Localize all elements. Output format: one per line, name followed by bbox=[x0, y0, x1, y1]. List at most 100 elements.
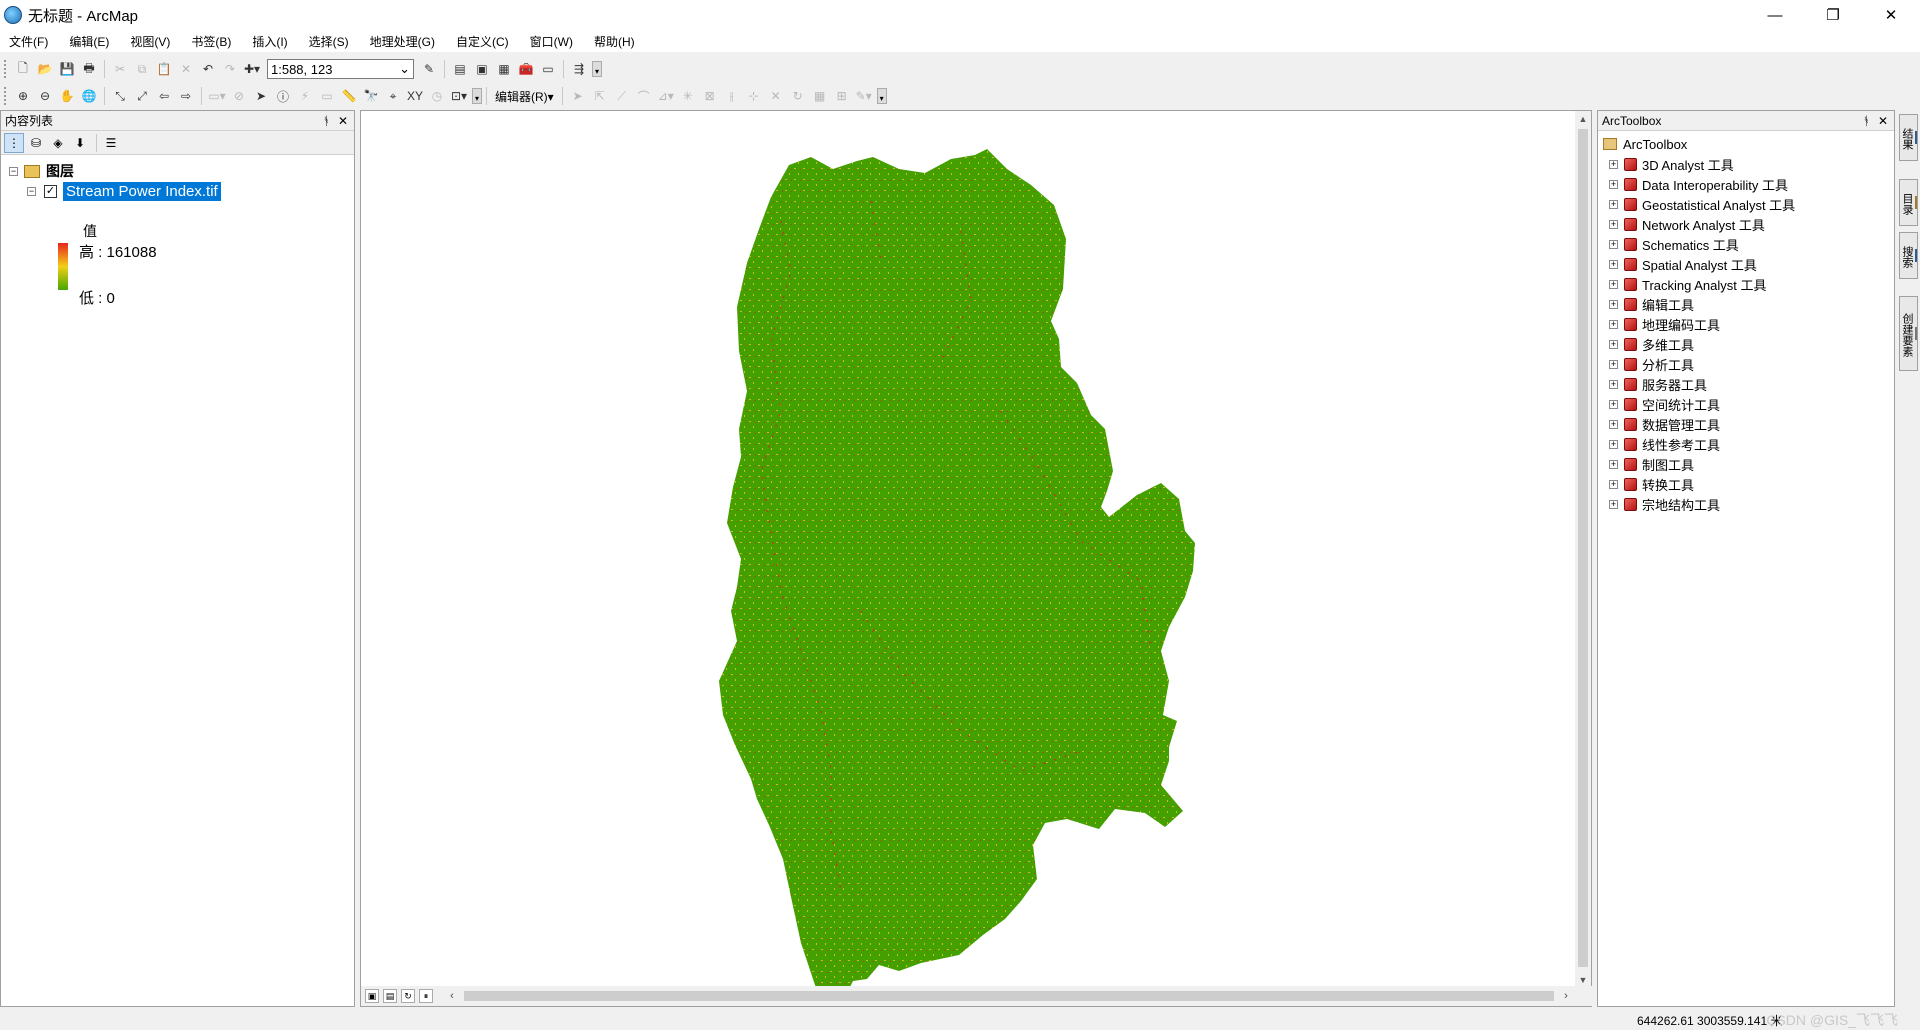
toolbox-item[interactable]: + 线性参考工具 bbox=[1603, 434, 1894, 454]
expand-icon[interactable]: + bbox=[1609, 479, 1618, 489]
expand-icon[interactable]: + bbox=[1609, 399, 1618, 409]
menu-bookmarks[interactable]: 书签(B) bbox=[188, 31, 234, 52]
toolbox-item[interactable]: + 多维工具 bbox=[1603, 334, 1894, 354]
editor-menu-button[interactable]: 编辑器(R)▾ bbox=[491, 88, 558, 105]
time-slider-icon[interactable]: ◷ bbox=[428, 87, 446, 105]
fixed-zoom-out-icon[interactable]: ⤢ bbox=[133, 87, 151, 105]
forward-extent-icon[interactable]: ⇨ bbox=[177, 87, 195, 105]
expand-icon[interactable]: + bbox=[1609, 459, 1618, 469]
refresh-icon[interactable]: ↻ bbox=[401, 989, 415, 1003]
identify-icon[interactable]: ⓘ bbox=[274, 87, 292, 105]
expand-icon[interactable]: + bbox=[1609, 299, 1618, 309]
trace-icon[interactable]: ⊿▾ bbox=[657, 87, 675, 105]
restore-button[interactable]: ❐ bbox=[1804, 0, 1862, 30]
menu-file[interactable]: 文件(F) bbox=[6, 31, 51, 52]
save-icon[interactable]: 💾 bbox=[58, 60, 76, 78]
scroll-right-icon[interactable]: › bbox=[1558, 988, 1574, 1004]
reshape-icon[interactable]: ⫲ bbox=[723, 87, 741, 105]
toolbox-item[interactable]: + 服务器工具 bbox=[1603, 374, 1894, 394]
expand-icon[interactable]: + bbox=[1609, 179, 1618, 189]
collapse-icon[interactable]: − bbox=[9, 166, 18, 176]
expand-icon[interactable]: + bbox=[1609, 339, 1618, 349]
expand-icon[interactable]: + bbox=[1609, 219, 1618, 229]
close-icon[interactable]: ✕ bbox=[1878, 114, 1888, 128]
expand-icon[interactable]: + bbox=[1609, 259, 1618, 269]
close-button[interactable]: ✕ bbox=[1862, 0, 1920, 30]
cut-icon[interactable]: ✂ bbox=[111, 60, 129, 78]
options-icon[interactable]: ☰ bbox=[101, 133, 121, 153]
endpoint-arc-icon[interactable]: ⌒ bbox=[635, 87, 653, 105]
toolbox-item[interactable]: + 宗地结构工具 bbox=[1603, 494, 1894, 514]
expand-icon[interactable]: + bbox=[1609, 379, 1618, 389]
toolbox-item[interactable]: + 地理编码工具 bbox=[1603, 314, 1894, 334]
toolbar-grip[interactable] bbox=[4, 60, 8, 78]
toolbox-item[interactable]: + 转换工具 bbox=[1603, 474, 1894, 494]
model-builder-icon[interactable]: ⇶ bbox=[570, 60, 588, 78]
back-extent-icon[interactable]: ⇦ bbox=[155, 87, 173, 105]
toolbox-item[interactable]: + Tracking Analyst 工具 bbox=[1603, 274, 1894, 294]
expand-icon[interactable]: + bbox=[1609, 499, 1618, 509]
measure-icon[interactable]: 📏 bbox=[340, 87, 358, 105]
rotate-icon[interactable]: ↻ bbox=[789, 87, 807, 105]
search-tab[interactable]: 搜索 bbox=[1899, 232, 1918, 279]
close-icon[interactable]: ✕ bbox=[338, 114, 348, 128]
zoom-out-icon[interactable]: ⊖ bbox=[36, 87, 54, 105]
fixed-zoom-in-icon[interactable]: ⤡ bbox=[111, 87, 129, 105]
toolbar-grip[interactable] bbox=[4, 87, 8, 105]
go-to-xy-icon[interactable]: XY bbox=[406, 87, 424, 105]
list-by-source-icon[interactable]: ⛁ bbox=[26, 133, 46, 153]
sketch-properties-icon[interactable]: ⊞ bbox=[833, 87, 851, 105]
scrollbar-thumb[interactable] bbox=[464, 991, 1554, 1001]
delete-icon[interactable]: ✕ bbox=[177, 60, 195, 78]
table-of-contents-icon[interactable]: ▤ bbox=[451, 60, 469, 78]
select-features-icon[interactable]: ▭▾ bbox=[208, 87, 226, 105]
expand-icon[interactable]: + bbox=[1609, 279, 1618, 289]
copy-icon[interactable]: ⧉ bbox=[133, 60, 151, 78]
layer-row[interactable]: − ✓ Stream Power Index.tif bbox=[9, 181, 354, 201]
zoom-in-icon[interactable]: ⊕ bbox=[14, 87, 32, 105]
toolbox-item[interactable]: + Data Interoperability 工具 bbox=[1603, 174, 1894, 194]
scrollbar-thumb[interactable] bbox=[1578, 129, 1588, 967]
collapse-icon[interactable]: − bbox=[27, 186, 36, 196]
point-icon[interactable]: ✳ bbox=[679, 87, 697, 105]
create-features-tab[interactable]: 创建要素 bbox=[1899, 296, 1918, 371]
editor-toolbar-icon[interactable]: ✎ bbox=[420, 60, 438, 78]
attributes-icon[interactable]: ▦ bbox=[811, 87, 829, 105]
menu-customize[interactable]: 自定义(C) bbox=[453, 31, 512, 52]
toolbox-item[interactable]: + Network Analyst 工具 bbox=[1603, 214, 1894, 234]
pause-drawing-icon[interactable]: ⏸ bbox=[419, 989, 433, 1003]
layer-visibility-checkbox[interactable]: ✓ bbox=[44, 184, 57, 198]
cut-polygons-icon[interactable]: ⊹ bbox=[745, 87, 763, 105]
data-view-icon[interactable]: ▣ bbox=[365, 989, 379, 1003]
python-window-icon[interactable]: ▭ bbox=[539, 60, 557, 78]
layout-view-icon[interactable]: ▤ bbox=[383, 989, 397, 1003]
map-display[interactable]: ▲ ▼ ▣ ▤ ↻ ⏸ ‹ › bbox=[360, 110, 1593, 1007]
expand-icon[interactable]: + bbox=[1609, 199, 1618, 209]
edit-tool-icon[interactable]: ➤ bbox=[569, 87, 587, 105]
menu-insert[interactable]: 插入(I) bbox=[249, 31, 290, 52]
select-elements-icon[interactable]: ➤ bbox=[252, 87, 270, 105]
print-icon[interactable]: 🖶 bbox=[80, 60, 98, 78]
toolbox-item[interactable]: + 数据管理工具 bbox=[1603, 414, 1894, 434]
arctoolbox-window-icon[interactable]: 🧰 bbox=[517, 60, 535, 78]
redo-icon[interactable]: ↷ bbox=[221, 60, 239, 78]
list-by-selection-icon[interactable]: ⬇ bbox=[70, 133, 90, 153]
toolbox-item[interactable]: + Schematics 工具 bbox=[1603, 234, 1894, 254]
pan-icon[interactable]: ✋ bbox=[58, 87, 76, 105]
scroll-up-icon[interactable]: ▲ bbox=[1575, 111, 1591, 127]
clear-selection-icon[interactable]: ⊘ bbox=[230, 87, 248, 105]
toolbox-item[interactable]: +3D Analyst 工具 bbox=[1603, 154, 1894, 174]
toolbar-overflow-icon[interactable]: ▾ bbox=[592, 61, 602, 77]
full-extent-icon[interactable]: 🌐 bbox=[80, 87, 98, 105]
toolbar-overflow-icon[interactable]: ▾ bbox=[472, 88, 482, 104]
catalog-tab[interactable]: 目录 bbox=[1899, 179, 1918, 226]
expand-icon[interactable]: + bbox=[1609, 359, 1618, 369]
undo-icon[interactable]: ↶ bbox=[199, 60, 217, 78]
expand-icon[interactable]: + bbox=[1609, 159, 1618, 169]
expand-icon[interactable]: + bbox=[1609, 419, 1618, 429]
find-route-icon[interactable]: ⌖ bbox=[384, 87, 402, 105]
menu-selection[interactable]: 选择(S) bbox=[306, 31, 352, 52]
html-popup-icon[interactable]: ▭ bbox=[318, 87, 336, 105]
pin-icon[interactable]: ᚬ bbox=[323, 114, 330, 128]
find-icon[interactable]: 🔭 bbox=[362, 87, 380, 105]
